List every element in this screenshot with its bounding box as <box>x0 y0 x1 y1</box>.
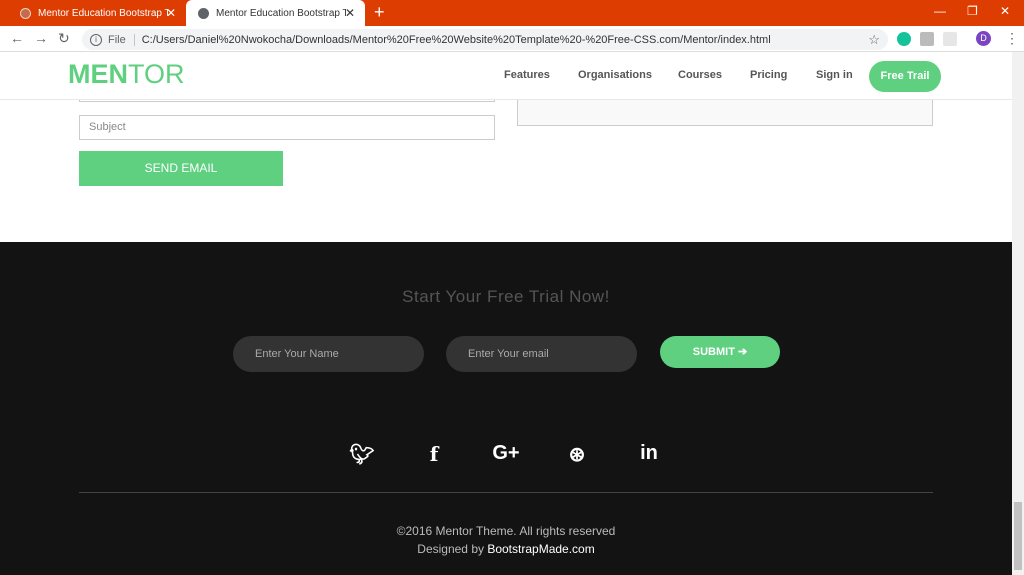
reload-icon[interactable]: ↻ <box>58 30 70 47</box>
page-scrollbar[interactable] <box>1012 52 1024 575</box>
logo-main: MEN <box>68 59 128 89</box>
minimize-icon[interactable]: — <box>934 4 946 18</box>
file-label: File <box>108 33 135 46</box>
nav-features[interactable]: Features <box>504 69 550 81</box>
designed-by: Designed by BootstrapMade.com <box>0 542 1012 556</box>
nav-courses[interactable]: Courses <box>678 69 722 81</box>
page-viewport: MENTOR Features Organisations Courses Pr… <box>0 52 1012 575</box>
nav-organisations[interactable]: Organisations <box>578 69 652 81</box>
arrow-right-icon: ➔ <box>738 346 748 358</box>
submit-button[interactable]: SUBMIT ➔ <box>660 336 780 368</box>
facebook-icon[interactable]: f <box>419 442 449 466</box>
subject-input[interactable]: Subject <box>79 115 495 140</box>
footer-divider <box>79 492 933 493</box>
nav-pricing[interactable]: Pricing <box>750 69 787 81</box>
twitter-icon[interactable]: 🐦︎ <box>347 442 377 467</box>
tab-title: Mentor Education Bootstrap The <box>216 7 346 19</box>
name-input[interactable]: Enter Your Name <box>233 336 424 372</box>
copyright-text: ©2016 Mentor Theme. All rights reserved <box>396 524 616 538</box>
google-plus-icon[interactable]: G+ <box>491 442 521 465</box>
profile-avatar[interactable]: D <box>976 31 991 46</box>
browser-tab-bar: Mentor Education Bootstrap The ✕ Mentor … <box>0 0 1024 26</box>
email-input[interactable]: Enter Your email <box>446 336 637 372</box>
site-favicon-icon <box>20 7 31 19</box>
dribbble-icon[interactable]: ⊛ <box>562 442 592 467</box>
more-menu-icon[interactable]: ⋮ <box>1005 30 1019 47</box>
info-icon[interactable]: i <box>90 33 102 46</box>
trial-heading: Start Your Free Trial Now! <box>402 287 610 306</box>
bookmark-star-icon[interactable]: ☆ <box>868 32 880 48</box>
scrollbar-thumb[interactable] <box>1014 502 1022 570</box>
extension-icon[interactable] <box>943 32 957 46</box>
tab-title: Mentor Education Bootstrap The <box>38 7 168 19</box>
submit-label: SUBMIT <box>692 346 735 358</box>
close-tab-icon[interactable]: ✕ <box>166 6 176 20</box>
forward-icon[interactable]: → <box>34 30 48 46</box>
restore-icon[interactable]: ❐ <box>967 4 978 18</box>
browser-tab-2[interactable]: Mentor Education Bootstrap The ✕ <box>186 0 365 26</box>
send-email-button[interactable]: SEND EMAIL <box>79 151 283 186</box>
close-tab-icon[interactable]: ✕ <box>345 6 355 20</box>
bootstrapmade-link[interactable]: BootstrapMade.com <box>487 542 594 556</box>
new-tab-button[interactable]: + <box>374 3 385 21</box>
url-text[interactable]: C:/Users/Daniel%20Nwokocha/Downloads/Men… <box>142 34 771 46</box>
linkedin-icon[interactable]: in <box>634 442 664 465</box>
browser-toolbar: ← → ↻ i File C:/Users/Daniel%20Nwokocha/… <box>0 26 1024 52</box>
nav-sign-in[interactable]: Sign in <box>816 69 853 81</box>
grammarly-icon[interactable] <box>897 32 911 46</box>
back-icon[interactable]: ← <box>10 30 24 46</box>
free-trial-button[interactable]: Free Trail <box>869 61 941 92</box>
browser-tab-1[interactable]: Mentor Education Bootstrap The ✕ <box>8 0 186 26</box>
address-bar[interactable]: i File C:/Users/Daniel%20Nwokocha/Downlo… <box>82 29 888 50</box>
site-footer: Start Your Free Trial Now! Enter Your Na… <box>0 242 1012 575</box>
window-close-icon[interactable]: ✕ <box>1000 4 1010 18</box>
site-logo[interactable]: MENTOR <box>68 59 185 90</box>
designed-prefix: Designed by <box>417 542 488 556</box>
site-header: MENTOR Features Organisations Courses Pr… <box>0 52 1012 100</box>
globe-icon <box>198 7 209 19</box>
logo-sub: TOR <box>128 59 185 89</box>
pdf-extension-icon[interactable] <box>920 32 934 46</box>
